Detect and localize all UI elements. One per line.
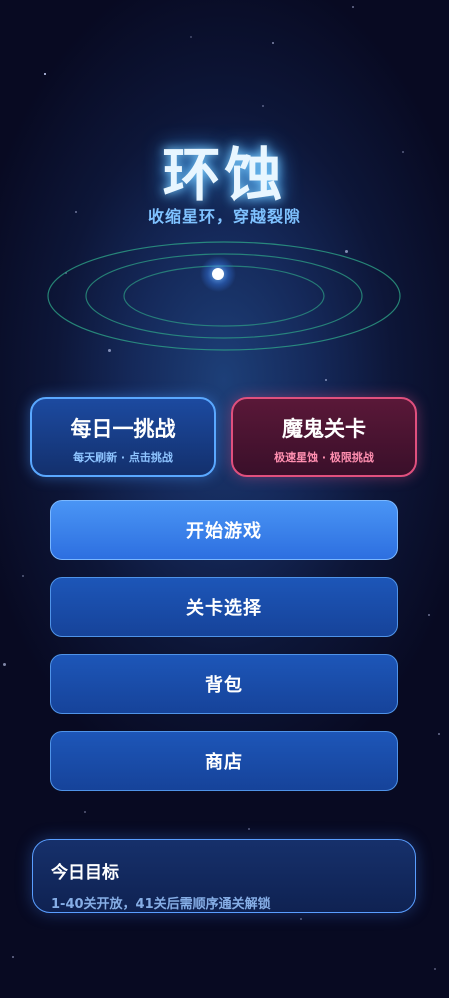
daily-challenge-label: 每日一挑战 — [70, 417, 176, 441]
devil-level-label: 魔鬼关卡 — [282, 417, 366, 441]
devil-level-subtext: 极速星蚀 · 极限挑战 — [274, 451, 374, 464]
daily-goal-card: 今日目标 1-40关开放，41关后需顺序通关解锁 — [32, 839, 416, 913]
core-dot — [212, 268, 224, 280]
daily-challenge-subtext: 每天刷新 · 点击挑战 — [73, 451, 173, 464]
devil-level-button[interactable]: 魔鬼关卡 极速星蚀 · 极限挑战 — [231, 397, 417, 477]
shop-button[interactable]: 商店 — [50, 731, 398, 791]
game-main-menu: 环蚀 收缩星环，穿越裂隙 每日一挑战 每天刷新 · 点击挑战 魔鬼关卡 极速星蚀… — [0, 0, 449, 998]
backpack-button[interactable]: 背包 — [50, 654, 398, 714]
game-title: 环蚀 — [162, 141, 287, 209]
start-game-button[interactable]: 开始游戏 — [50, 500, 398, 560]
game-subtitle: 收缩星环，穿越裂隙 — [147, 207, 301, 226]
orbit-rings-graphic — [47, 241, 401, 351]
daily-goal-description: 1-40关开放，41关后需顺序通关解锁 — [51, 897, 271, 912]
level-select-button[interactable]: 关卡选择 — [50, 577, 398, 637]
daily-challenge-button[interactable]: 每日一挑战 每天刷新 · 点击挑战 — [30, 397, 216, 477]
daily-goal-title: 今日目标 — [51, 863, 119, 883]
